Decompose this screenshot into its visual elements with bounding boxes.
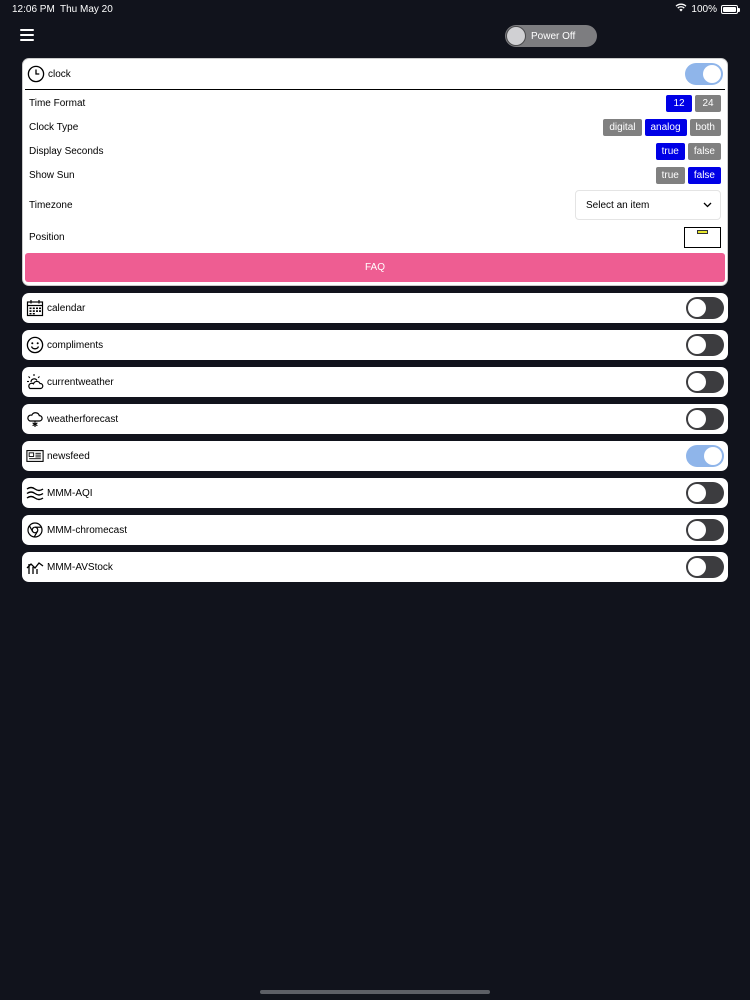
module-title: MMM-AQI [47, 487, 93, 499]
module-toggle-mmm-avstock[interactable] [686, 556, 724, 578]
setting-label: Show Sun [29, 169, 75, 181]
module-toggle-mmm-chromecast[interactable] [686, 519, 724, 541]
option-digital[interactable]: digital [603, 118, 642, 136]
clock-type-options: digital analog both [603, 118, 721, 136]
option-true[interactable]: true [655, 142, 685, 160]
module-card-compliments: compliments [22, 330, 728, 360]
wifi-icon [675, 3, 687, 15]
sun-cloud-icon [26, 373, 44, 391]
setting-label: Display Seconds [29, 145, 104, 157]
module-toggle-currentweather[interactable] [686, 371, 724, 393]
newspaper-icon [26, 447, 44, 465]
setting-timezone: Timezone Select an item [23, 187, 727, 223]
timezone-select-placeholder: Select an item [586, 199, 650, 211]
setting-show-sun: Show Sun true false [23, 163, 727, 187]
option-false[interactable]: false [687, 166, 721, 184]
option-both[interactable]: both [689, 118, 721, 136]
show-sun-options: true false [655, 166, 721, 184]
stock-chart-icon [26, 558, 44, 576]
clock-icon [27, 65, 45, 83]
module-header-mmm-avstock: MMM-AVStock [22, 552, 728, 582]
status-bar: 12:06 PM Thu May 20 100% [0, 0, 750, 20]
module-toggle-mmm-aqi[interactable] [686, 482, 724, 504]
module-header-mmm-chromecast: MMM-chromecast [22, 515, 728, 545]
option-false[interactable]: false [687, 142, 721, 160]
module-title: compliments [47, 339, 104, 351]
module-card-mmm-chromecast: MMM-chromecast [22, 515, 728, 545]
time-format-options: 12 24 [666, 94, 721, 112]
module-title: clock [48, 68, 71, 80]
module-header-compliments: compliments [22, 330, 728, 360]
display-seconds-options: true false [655, 142, 721, 160]
divider [25, 89, 725, 90]
position-picker[interactable] [684, 226, 721, 248]
cloud-snow-icon [26, 410, 44, 428]
option-12[interactable]: 12 [666, 94, 692, 112]
module-card-newsfeed: newsfeed [22, 441, 728, 471]
module-title: calendar [47, 302, 86, 314]
waves-icon [26, 484, 44, 502]
option-24[interactable]: 24 [695, 94, 721, 112]
setting-label: Position [29, 231, 65, 243]
home-indicator [260, 990, 490, 994]
setting-position: Position [23, 223, 727, 251]
module-title: weatherforecast [47, 413, 119, 425]
hamburger-menu-icon[interactable] [20, 29, 34, 41]
power-toggle-knob [506, 26, 526, 46]
timezone-select[interactable]: Select an item [575, 190, 721, 220]
module-card-clock: clock Time Format 12 24 Clock Type digit… [22, 58, 728, 286]
module-header-calendar: calendar [22, 293, 728, 323]
module-card-mmm-avstock: MMM-AVStock [22, 552, 728, 582]
status-time: 12:06 PM [12, 4, 55, 15]
module-card-weatherforecast: weatherforecast [22, 404, 728, 434]
module-card-calendar: calendar [22, 293, 728, 323]
status-date: Thu May 20 [60, 4, 113, 15]
module-card-currentweather: currentweather [22, 367, 728, 397]
module-header-weatherforecast: weatherforecast [22, 404, 728, 434]
setting-time-format: Time Format 12 24 [23, 91, 727, 115]
setting-label: Clock Type [29, 121, 79, 133]
status-right: 100% [675, 3, 740, 15]
battery-percent: 100% [691, 3, 717, 15]
chrome-icon [26, 521, 44, 539]
chevron-down-icon [703, 200, 712, 211]
setting-label: Time Format [29, 97, 86, 109]
option-analog[interactable]: analog [644, 118, 687, 136]
module-toggle-weatherforecast[interactable] [686, 408, 724, 430]
module-header-mmm-aqi: MMM-AQI [22, 478, 728, 508]
setting-clock-type: Clock Type digital analog both [23, 115, 727, 139]
module-title: MMM-chromecast [47, 524, 128, 536]
module-header-newsfeed: newsfeed [22, 441, 728, 471]
module-toggle-calendar[interactable] [686, 297, 724, 319]
module-title: MMM-AVStock [47, 561, 113, 573]
setting-display-seconds: Display Seconds true false [23, 139, 727, 163]
module-list: clock Time Format 12 24 Clock Type digit… [22, 58, 728, 589]
power-toggle[interactable]: Power Off [505, 25, 597, 47]
position-marker[interactable] [697, 229, 708, 234]
smiley-icon [26, 336, 44, 354]
setting-label: Timezone [29, 199, 73, 211]
module-card-mmm-aqi: MMM-AQI [22, 478, 728, 508]
module-title: newsfeed [47, 450, 90, 462]
power-toggle-label: Power Off [531, 30, 576, 42]
faq-button[interactable]: FAQ [25, 253, 725, 282]
module-title: currentweather [47, 376, 114, 388]
module-toggle-newsfeed[interactable] [686, 445, 724, 467]
module-toggle-compliments[interactable] [686, 334, 724, 356]
calendar-icon [26, 299, 44, 317]
battery-icon [721, 4, 740, 14]
module-toggle-clock[interactable] [685, 63, 723, 85]
option-true[interactable]: true [655, 166, 685, 184]
module-header-clock: clock [23, 59, 727, 89]
module-header-currentweather: currentweather [22, 367, 728, 397]
